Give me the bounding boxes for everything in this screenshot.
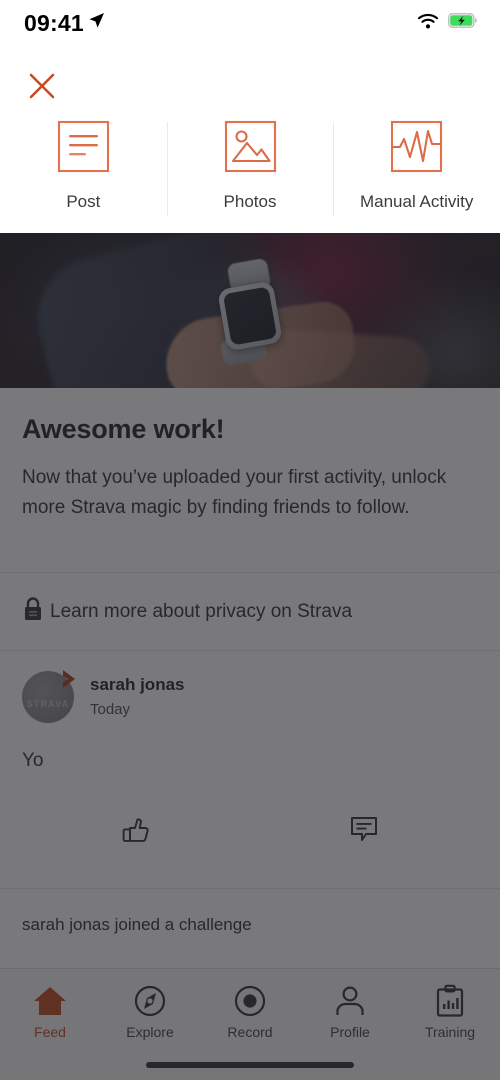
- tab-label: Record: [227, 1024, 273, 1040]
- privacy-link-label: Learn more about privacy on Strava: [50, 600, 353, 622]
- avatar[interactable]: STRAVA: [22, 670, 75, 723]
- home-icon: [31, 981, 69, 1021]
- tab-label: Feed: [34, 1024, 66, 1040]
- comment-button[interactable]: [250, 814, 478, 849]
- wifi-icon: [417, 13, 439, 34]
- post-lines-icon: [57, 120, 110, 178]
- tab-label: Explore: [126, 1024, 174, 1040]
- status-time: 09:41: [24, 9, 84, 36]
- tab-profile[interactable]: Profile: [300, 981, 400, 1040]
- comment-bubble-icon: [349, 814, 379, 849]
- feed-challenge-entry[interactable]: sarah jonas joined a challenge: [0, 889, 500, 961]
- challenge-text: sarah jonas joined a challenge: [22, 915, 252, 934]
- tab-record[interactable]: Record: [200, 981, 300, 1040]
- location-arrow-icon: [88, 12, 105, 34]
- close-button[interactable]: [28, 72, 56, 100]
- tab-label: Training: [424, 1024, 476, 1040]
- thumbs-up-icon: [119, 812, 153, 851]
- chevron-badge-icon: [61, 669, 83, 689]
- record-circle-icon: [233, 981, 267, 1021]
- action-label: Post: [66, 192, 101, 211]
- battery-charging-icon: [448, 13, 478, 33]
- status-bar-left: 09:41: [24, 10, 105, 37]
- status-bar-right: [417, 13, 478, 34]
- kudos-button[interactable]: [22, 812, 250, 851]
- tab-training[interactable]: Training: [400, 981, 500, 1040]
- post-author: sarah jonas: [90, 675, 185, 694]
- lock-icon: [22, 596, 44, 627]
- feed-post[interactable]: STRAVA sarah jonas Today Yo: [0, 651, 500, 863]
- action-sheet-items: Post Photos Manual Activity: [0, 120, 500, 233]
- status-bar: 09:41: [0, 0, 500, 46]
- tab-label: Profile: [330, 1024, 370, 1040]
- privacy-link-row[interactable]: Learn more about privacy on Strava: [0, 573, 500, 650]
- action-sheet: 09:41 Post Photos Manual Activity: [0, 0, 500, 233]
- smartwatch: [217, 280, 283, 352]
- tab-feed[interactable]: Feed: [0, 981, 100, 1040]
- clipboard-chart-icon: [433, 981, 467, 1021]
- action-photos[interactable]: Photos: [166, 120, 334, 233]
- post-text: Yo: [22, 750, 44, 771]
- post-meta: sarah jonas Today: [90, 671, 185, 718]
- promo-section: Awesome work! Now that you’ve uploaded y…: [0, 388, 500, 523]
- post-actions: [22, 799, 478, 863]
- hero-image: [0, 233, 500, 388]
- post-date: Today: [90, 701, 131, 718]
- compass-icon: [133, 981, 167, 1021]
- photo-image-icon: [224, 120, 277, 178]
- action-post[interactable]: Post: [0, 120, 167, 233]
- action-label: Photos: [223, 192, 277, 211]
- action-manual-activity[interactable]: Manual Activity: [333, 120, 500, 233]
- promo-body: Now that you’ve uploaded your first acti…: [22, 467, 447, 518]
- tab-explore[interactable]: Explore: [100, 981, 200, 1040]
- home-indicator: [146, 1062, 354, 1068]
- promo-title: Awesome work!: [22, 414, 225, 444]
- activity-chart-icon: [390, 120, 443, 178]
- action-label: Manual Activity: [359, 192, 474, 211]
- person-icon: [333, 981, 367, 1021]
- post-header: STRAVA sarah jonas Today: [22, 670, 478, 723]
